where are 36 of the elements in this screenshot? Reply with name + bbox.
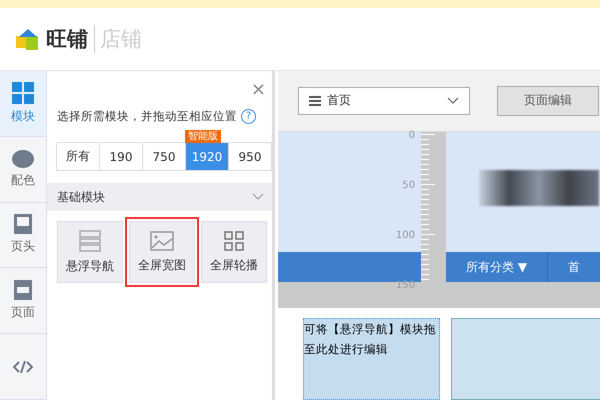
sidebar-item[interactable]: 页面 — [0, 268, 46, 334]
image-icon — [150, 230, 174, 250]
width-filter-tab[interactable]: 750 — [142, 142, 186, 171]
code-icon — [13, 360, 33, 373]
sidebar-item[interactable]: 页头 — [0, 202, 46, 268]
house-logo-icon — [16, 28, 40, 50]
module-tile[interactable]: 全屏宽图 — [129, 221, 195, 283]
header-layout-icon — [14, 214, 32, 234]
width-filter-tab[interactable]: 所有 — [56, 142, 100, 171]
menu-icon — [309, 96, 321, 106]
page-select[interactable]: 首页 — [298, 86, 470, 115]
drop-zone-hint: 可将【悬浮导航】模块拖至此处进行编辑 — [303, 318, 440, 400]
width-filter-tab[interactable]: 190 — [99, 142, 143, 171]
logo-text: 旺铺 — [46, 26, 88, 53]
instruction-text: 选择所需模块，并拖动至相应位置 — [57, 109, 237, 124]
module-tile[interactable]: 悬浮导航 — [57, 221, 123, 283]
sidebar-item[interactable]: 模块 — [0, 71, 46, 137]
badge: 智能版 — [185, 130, 221, 143]
section-header[interactable]: 基础模块 — [47, 183, 272, 211]
ruler-label: 150 — [396, 280, 415, 291]
width-filter-tab[interactable]: 1920 — [185, 142, 229, 171]
layout-rows-icon — [79, 230, 101, 252]
help-icon[interactable]: ? — [241, 109, 256, 124]
close-button[interactable]: × — [250, 79, 266, 100]
ruler-label: 0 — [408, 130, 415, 141]
module-tile[interactable]: 全屏轮播 — [201, 221, 267, 283]
chevron-icon — [447, 96, 459, 105]
chevron-icon — [252, 193, 264, 201]
ruler-label: 100 — [396, 230, 415, 241]
ruler-label: 50 — [402, 180, 415, 191]
width-filter-tab[interactable]: 950 — [228, 142, 272, 171]
page-layout-icon — [14, 280, 32, 300]
page-edit-button[interactable]: 页面编辑 — [497, 86, 599, 116]
sidebar-item[interactable]: 配色 — [0, 136, 46, 203]
grid-outline-icon — [224, 230, 244, 250]
grid-icon — [12, 82, 34, 104]
